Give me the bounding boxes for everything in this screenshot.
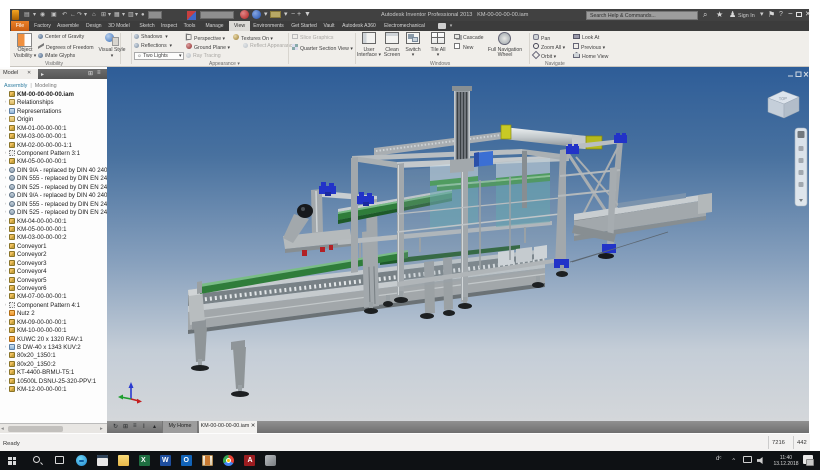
svg-text:TOP: TOP [779,96,788,101]
